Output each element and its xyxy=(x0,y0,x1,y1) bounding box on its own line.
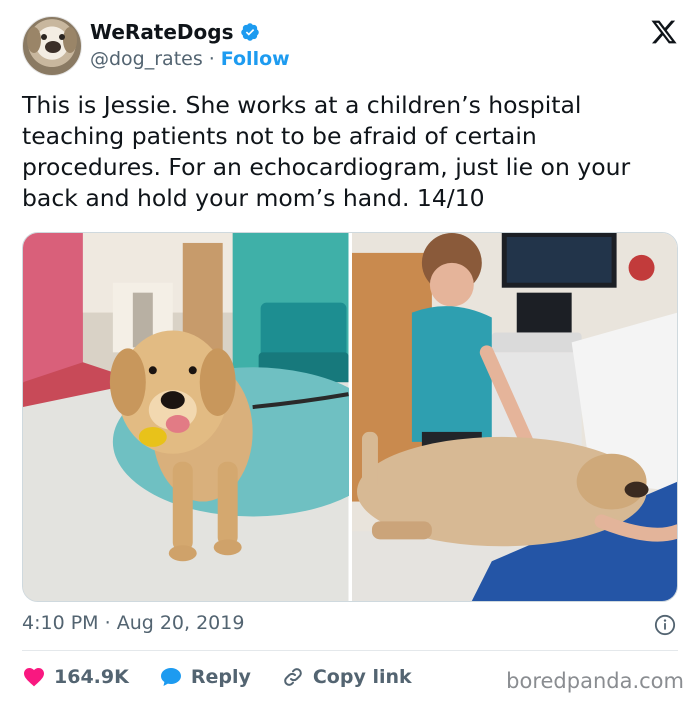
avatar-ear xyxy=(27,27,41,53)
avatar-eye xyxy=(59,34,65,40)
author-name-row: WeRateDogs xyxy=(90,20,260,44)
tweet-time: 4:10 PM xyxy=(22,612,99,634)
media-gallery xyxy=(22,232,678,602)
copy-link-button[interactable]: Copy link xyxy=(281,665,412,689)
verified-badge-icon xyxy=(240,23,259,41)
like-button[interactable]: 164.9K xyxy=(22,665,129,689)
x-logo-icon[interactable] xyxy=(650,18,678,46)
avatar-eye xyxy=(41,34,47,40)
tweet-card: WeRateDogs @dog_rates · Follow This is J… xyxy=(0,0,700,704)
heart-icon xyxy=(24,668,44,687)
speech-bubble-icon xyxy=(160,668,181,686)
reply-button[interactable]: Reply xyxy=(159,665,251,689)
tweet-text: This is Jessie. She works at a children’… xyxy=(22,91,631,212)
avatar-nose xyxy=(45,41,61,53)
reply-label: Reply xyxy=(190,666,251,688)
follow-button[interactable]: Follow xyxy=(221,48,290,70)
avatar-ear xyxy=(63,27,77,53)
link-icon xyxy=(284,668,302,686)
handle-separator: · xyxy=(208,48,215,70)
copy-link-label: Copy link xyxy=(312,666,412,688)
display-name[interactable]: WeRateDogs xyxy=(90,20,234,44)
photo-dog-hallway[interactable] xyxy=(23,233,349,601)
watermark: boredpanda.com xyxy=(506,669,684,693)
handle-row: @dog_rates · Follow xyxy=(90,48,290,70)
action-bar: 164.9K Reply Copy link xyxy=(22,660,442,694)
divider xyxy=(22,650,678,651)
info-icon[interactable] xyxy=(654,614,676,636)
photo-dog-echocardiogram[interactable] xyxy=(351,233,677,601)
timestamp-separator: · xyxy=(104,612,111,634)
tweet-timestamp[interactable]: 4:10 PM · Aug 20, 2019 xyxy=(22,612,244,634)
handle[interactable]: @dog_rates xyxy=(90,48,203,70)
tweet-date: Aug 20, 2019 xyxy=(116,612,245,634)
avatar[interactable] xyxy=(22,16,82,76)
likes-count: 164.9K xyxy=(54,666,129,688)
